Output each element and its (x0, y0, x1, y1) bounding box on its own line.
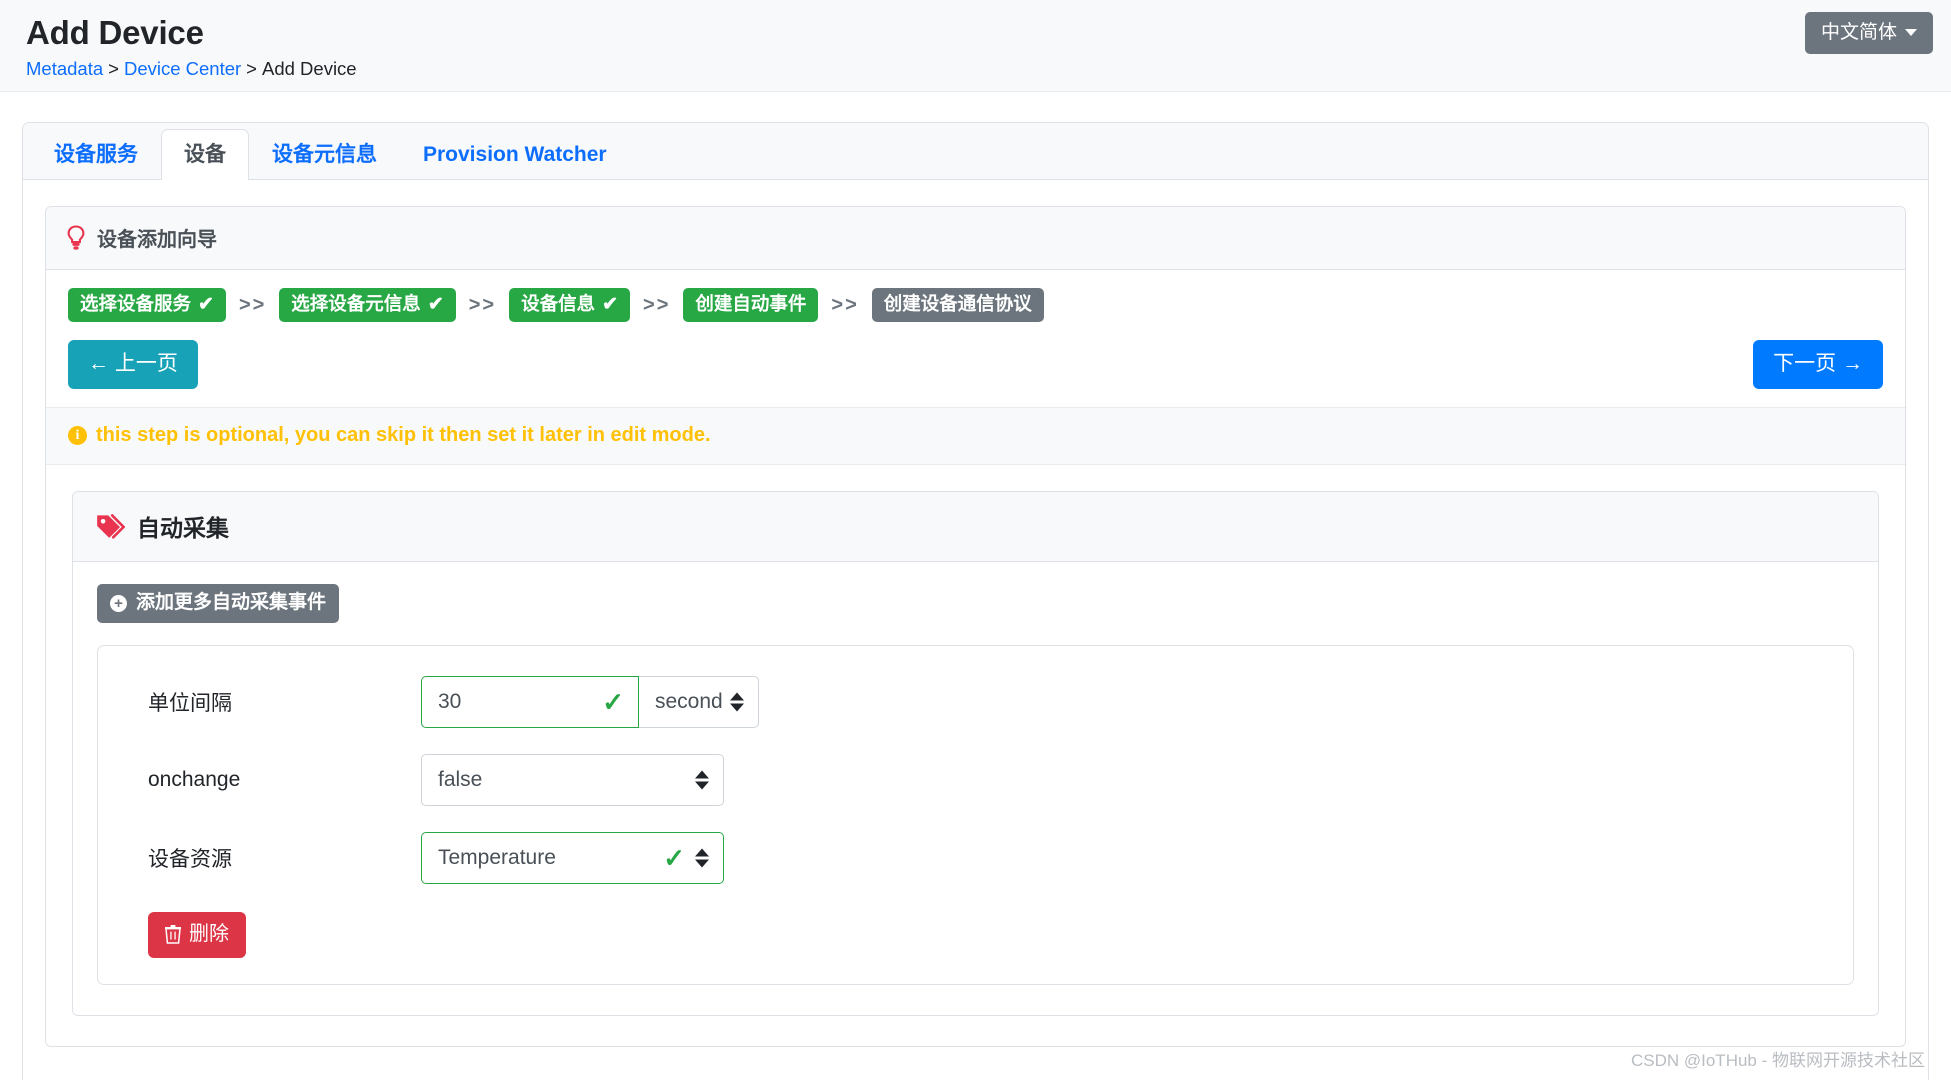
optional-step-notice-text: this step is optional, you can skip it t… (96, 424, 711, 447)
wizard-step-label: 创建设备通信协议 (883, 293, 1032, 315)
autoevent-header: 自动采集 (73, 492, 1878, 563)
delete-autoevent-button[interactable]: 删除 (148, 911, 246, 958)
wizard-content: 自动采集 + 添加更多自动采集事件 单位间隔 30 ✓ second oncha… (46, 465, 1905, 1046)
wizard-title: 设备添加向导 (97, 229, 217, 251)
wizard-step-label: 选择设备服务 (80, 293, 192, 315)
next-page-button[interactable]: 下一页 → (1753, 340, 1883, 390)
valid-check-icon: ✓ (663, 842, 685, 873)
interval-input-value: 30 (438, 689, 462, 713)
breadcrumb-link-metadata[interactable]: Metadata (26, 58, 103, 79)
wizard-step-select-device-profile[interactable]: 选择设备元信息 ✔ (279, 288, 456, 322)
wizard-step-device-info[interactable]: 设备信息 ✔ (509, 288, 631, 322)
interval-input[interactable]: 30 ✓ (421, 675, 639, 728)
optional-step-notice: i this step is optional, you can skip it… (46, 407, 1905, 466)
device-wizard-panel: 设备添加向导 选择设备服务 ✔ >> 选择设备元信息 ✔ >> 设备信息 ✔ >… (45, 206, 1906, 1047)
autoevent-entry: 单位间隔 30 ✓ second onchange false 设备资源 Tem… (97, 644, 1854, 985)
language-selector-label: 中文简体 (1820, 22, 1897, 43)
breadcrumb-current: Add Device (261, 57, 357, 79)
page-title: Add Device (26, 14, 204, 51)
breadcrumb-separator-1: > (108, 57, 119, 79)
wizard-step-label: 设备信息 (521, 293, 596, 315)
tab-strip: 设备服务 设备 设备元信息 Provision Watcher (23, 123, 1928, 180)
step-arrow-3: >> (643, 293, 671, 316)
page-header: Add Device Metadata > Device Center > Add De… (0, 0, 1951, 92)
wizard-step-label: 选择设备元信息 (291, 293, 421, 315)
tab-body: 设备添加向导 选择设备服务 ✔ >> 选择设备元信息 ✔ >> 设备信息 ✔ >… (23, 180, 1928, 1067)
check-icon: ✔ (427, 294, 444, 315)
field-control-device-resource: Temperature ✓ (421, 831, 724, 884)
wizard-nav-row: ← 上一页 下一页 → (46, 332, 1905, 407)
tag-icon (95, 512, 125, 540)
wizard-step-label: 创建自动事件 (695, 293, 807, 315)
spinner-icon (695, 848, 709, 868)
onchange-select-value: false (438, 767, 483, 791)
breadcrumb-separator-2: > (246, 57, 257, 79)
check-icon: ✔ (198, 294, 214, 315)
autoevent-body: + 添加更多自动采集事件 单位间隔 30 ✓ second onchange f… (73, 562, 1878, 1015)
field-row-onchange: onchange false (126, 753, 1825, 806)
wizard-header: 设备添加向导 (46, 207, 1905, 270)
interval-unit-select[interactable]: second (639, 675, 759, 728)
wizard-step-create-autoevent[interactable]: 创建自动事件 (683, 288, 819, 322)
check-icon: ✔ (602, 294, 619, 315)
step-arrow-1: >> (238, 293, 267, 316)
watermark: CSDN @IoTHub - 物联网开源技术社区 (1630, 1051, 1925, 1070)
field-row-device-resource: 设备资源 Temperature ✓ (126, 831, 1825, 884)
add-more-autoevent-button[interactable]: + 添加更多自动采集事件 (97, 584, 340, 623)
valid-check-icon: ✓ (602, 686, 624, 717)
device-resource-select-value: Temperature (438, 845, 556, 869)
field-row-interval: 单位间隔 30 ✓ second (126, 675, 1825, 728)
autoevent-card: 自动采集 + 添加更多自动采集事件 单位间隔 30 ✓ second oncha… (72, 491, 1879, 1016)
spinner-icon (695, 770, 709, 790)
tab-device[interactable]: 设备 (161, 128, 249, 180)
tab-device-profile[interactable]: 设备元信息 (249, 129, 400, 180)
onchange-select[interactable]: false (421, 753, 724, 806)
wizard-steps: 选择设备服务 ✔ >> 选择设备元信息 ✔ >> 设备信息 ✔ >> 创建自动事… (46, 270, 1905, 332)
plus-circle-icon: + (110, 594, 127, 612)
field-label-interval: 单位间隔 (148, 691, 232, 715)
previous-page-button[interactable]: ← 上一页 (68, 340, 198, 390)
autoevent-title: 自动采集 (137, 515, 229, 542)
add-more-autoevent-label: 添加更多自动采集事件 (136, 592, 327, 614)
device-resource-select[interactable]: Temperature ✓ (421, 831, 724, 884)
field-control-onchange: false (421, 753, 724, 806)
tab-device-service[interactable]: 设备服务 (31, 129, 161, 180)
step-arrow-2: >> (468, 293, 497, 316)
breadcrumb: Metadata > Device Center > Add Device (26, 58, 1925, 80)
chevron-down-icon (1905, 29, 1917, 37)
tab-provision-watcher[interactable]: Provision Watcher (400, 129, 630, 180)
trash-icon (165, 924, 181, 944)
tab-card: 设备服务 设备 设备元信息 Provision Watcher 设备添加向导 选… (22, 122, 1929, 1080)
breadcrumb-link-device-center[interactable]: Device Center (124, 58, 241, 79)
wizard-step-select-device-service[interactable]: 选择设备服务 ✔ (68, 288, 226, 322)
info-icon: i (68, 426, 87, 446)
field-control-interval: 30 ✓ second (421, 675, 759, 728)
field-label-device-resource: 设备资源 (148, 847, 232, 871)
interval-unit-value: second (655, 689, 723, 713)
field-label-onchange: onchange (148, 767, 241, 791)
language-selector-button[interactable]: 中文简体 (1804, 12, 1933, 54)
step-arrow-4: >> (831, 293, 859, 316)
delete-autoevent-label: 删除 (189, 922, 229, 945)
lightbulb-icon (66, 224, 86, 251)
wizard-step-create-protocol[interactable]: 创建设备通信协议 (871, 288, 1044, 322)
spinner-icon (730, 692, 744, 712)
